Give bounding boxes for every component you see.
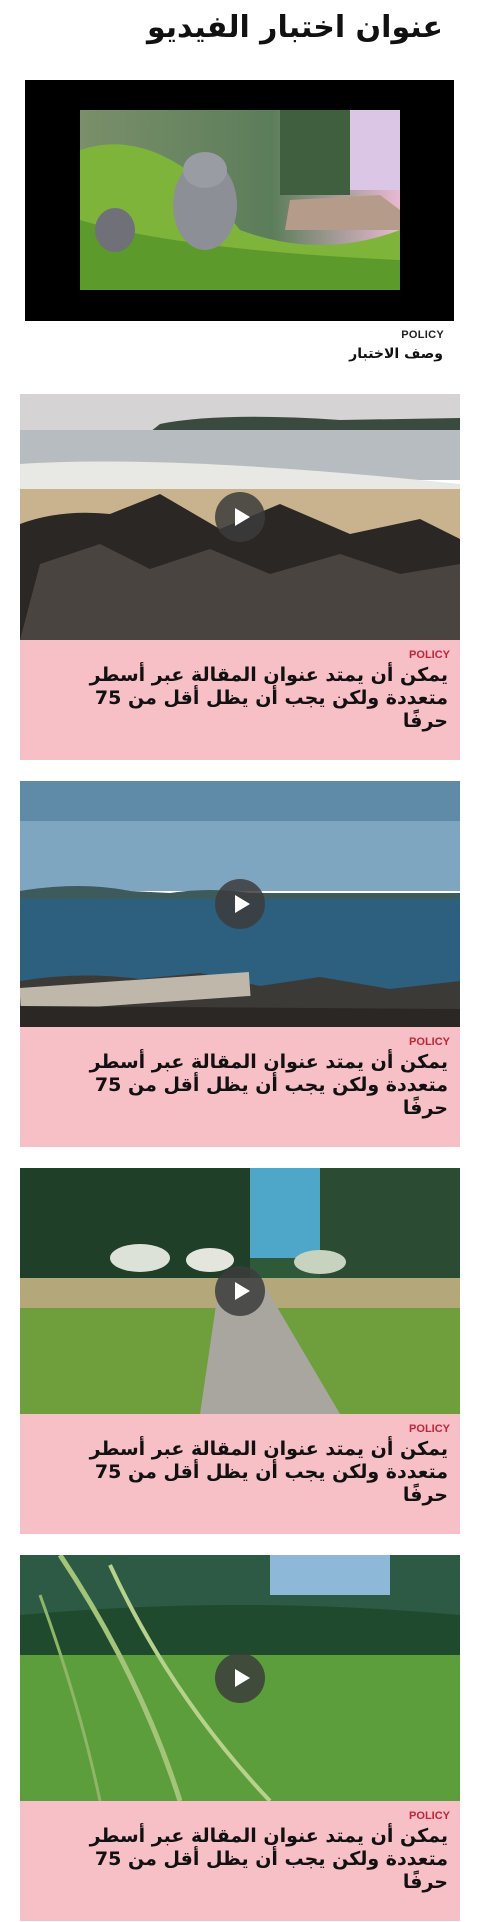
article-card[interactable]: POLICY يمكن أن يمتد عنوان المقالة عبر أس… <box>20 1555 460 1921</box>
article-card[interactable]: POLICY يمكن أن يمتد عنوان المقالة عبر أس… <box>20 781 460 1147</box>
card-category[interactable]: POLICY <box>409 1810 450 1822</box>
play-icon <box>234 895 250 913</box>
card-category[interactable]: POLICY <box>409 649 450 661</box>
featured-description: وصف الاختبار <box>349 346 443 362</box>
article-card[interactable]: POLICY يمكن أن يمتد عنوان المقالة عبر أس… <box>20 1168 460 1534</box>
card-body[interactable]: POLICY يمكن أن يمتد عنوان المقالة عبر أس… <box>20 1414 460 1534</box>
play-button[interactable] <box>215 492 265 542</box>
play-button[interactable] <box>215 1653 265 1703</box>
card-body[interactable]: POLICY يمكن أن يمتد عنوان المقالة عبر أس… <box>20 1027 460 1147</box>
card-body[interactable]: POLICY يمكن أن يمتد عنوان المقالة عبر أس… <box>20 640 460 760</box>
card-image-beach-rocks[interactable] <box>20 394 460 640</box>
card-image-forest-path[interactable] <box>20 1168 460 1414</box>
featured-category[interactable]: POLICY <box>401 329 444 341</box>
card-image-sea-shore[interactable] <box>20 781 460 1027</box>
card-title[interactable]: يمكن أن يمتد عنوان المقالة عبر أسطر متعد… <box>60 1438 448 1507</box>
video-frame-image <box>80 110 400 290</box>
card-category[interactable]: POLICY <box>409 1036 450 1048</box>
play-icon <box>234 1669 250 1687</box>
card-title[interactable]: يمكن أن يمتد عنوان المقالة عبر أسطر متعد… <box>60 664 448 733</box>
card-body[interactable]: POLICY يمكن أن يمتد عنوان المقالة عبر أس… <box>20 1801 460 1921</box>
play-icon <box>234 1282 250 1300</box>
video-player[interactable] <box>25 80 454 321</box>
page-title: عنوان اختبار الفيديو <box>146 10 443 45</box>
article-card[interactable]: POLICY يمكن أن يمتد عنوان المقالة عبر أس… <box>20 394 460 760</box>
card-category[interactable]: POLICY <box>409 1423 450 1435</box>
card-image-grass-field[interactable] <box>20 1555 460 1801</box>
play-button[interactable] <box>215 879 265 929</box>
card-title[interactable]: يمكن أن يمتد عنوان المقالة عبر أسطر متعد… <box>60 1825 448 1894</box>
play-button[interactable] <box>215 1266 265 1316</box>
play-icon <box>234 508 250 526</box>
card-title[interactable]: يمكن أن يمتد عنوان المقالة عبر أسطر متعد… <box>60 1051 448 1120</box>
